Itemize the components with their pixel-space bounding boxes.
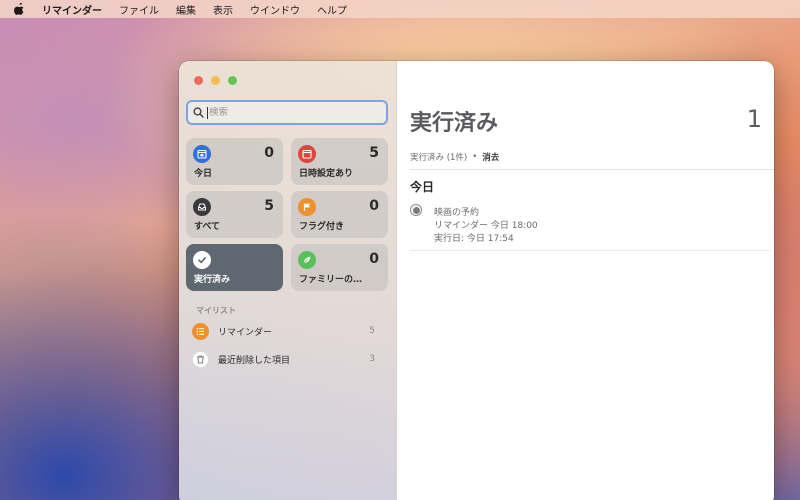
leaf-icon: [298, 251, 316, 269]
search-icon: [193, 103, 204, 122]
menu-view[interactable]: 表示: [213, 2, 233, 17]
smart-list-scheduled[interactable]: 5 日時設定あり: [291, 138, 388, 185]
completed-summary-bar: 実行済み (1件) • 消去: [410, 151, 499, 163]
reminder-title[interactable]: 映画の予約: [434, 205, 479, 218]
menu-help[interactable]: ヘルプ: [317, 2, 347, 17]
menu-edit[interactable]: 編集: [176, 2, 196, 17]
calendar-today-icon: [193, 145, 211, 163]
smart-list-count: 0: [264, 145, 274, 161]
menu-bar: リマインダー ファイル 編集 表示 ウインドウ ヘルプ: [0, 0, 800, 18]
smart-list-count: 5: [369, 145, 379, 161]
smart-list-label: ファミリーの…: [299, 275, 363, 285]
list-item-count: 3: [369, 354, 375, 364]
my-lists-section-label: マイリスト: [196, 306, 236, 315]
smart-list-label: 日時設定あり: [299, 169, 354, 179]
reminders-window: 0 今日 5 日時設定あり: [179, 61, 774, 500]
menu-app-name[interactable]: リマインダー: [42, 2, 102, 17]
completed-summary: 実行済み (1件): [410, 153, 468, 163]
search-input[interactable]: [209, 107, 379, 118]
reminder-item[interactable]: 映画の予約 リマインダー 今日 18:00 実行日: 今日 17:54: [410, 203, 770, 251]
calendar-icon: [298, 145, 316, 163]
smart-list-count: 5: [264, 198, 274, 214]
smart-list-today[interactable]: 0 今日: [186, 138, 283, 185]
window-controls: [194, 76, 237, 85]
reminder-meta: リマインダー 今日 18:00: [434, 221, 538, 231]
smart-list-count: 0: [369, 198, 379, 214]
list-item-name: 最近削除した項目: [218, 355, 291, 366]
smart-lists-grid: 0 今日 5 日時設定あり 5 すべて 0 フラグ付き 実行済み 0 ファミリー…: [186, 138, 388, 291]
page-title: 実行済み: [410, 111, 499, 136]
list-item-reminders[interactable]: リマインダー 5: [192, 320, 382, 342]
trash-icon: [192, 350, 209, 368]
section-title-today: 今日: [410, 180, 435, 194]
checkmark-icon: [193, 251, 211, 269]
separator-dot: •: [472, 152, 478, 162]
smart-list-label: フラグ付き: [299, 222, 345, 232]
flag-icon: [298, 198, 316, 216]
minimize-window-button[interactable]: [211, 76, 220, 85]
smart-list-family[interactable]: 0 ファミリーの…: [291, 244, 388, 291]
search-field[interactable]: [186, 100, 388, 125]
smart-list-completed[interactable]: 実行済み: [186, 244, 283, 291]
divider: [410, 169, 774, 170]
smart-list-label: 実行済み: [194, 275, 231, 285]
clear-completed-button[interactable]: 消去: [482, 151, 499, 163]
list-item-count: 5: [369, 326, 375, 336]
completed-checkbox[interactable]: [410, 204, 422, 216]
smart-list-all[interactable]: 5 すべて: [186, 191, 283, 238]
zoom-window-button[interactable]: [228, 76, 237, 85]
text-caret: [207, 106, 208, 119]
smart-list-label: 今日: [194, 169, 213, 179]
apple-icon[interactable]: [14, 3, 26, 15]
sidebar: 0 今日 5 日時設定あり: [179, 61, 397, 500]
main-content: 実行済み 1 実行済み (1件) • 消去 今日 映画の予約 リマインダー 今日…: [397, 61, 774, 500]
tray-icon: [193, 198, 211, 216]
smart-list-flagged[interactable]: 0 フラグ付き: [291, 191, 388, 238]
menu-window[interactable]: ウインドウ: [250, 2, 300, 17]
list-item-name: リマインダー: [218, 327, 273, 338]
smart-list-count: 0: [369, 251, 379, 267]
reminder-completed-date: 実行日: 今日 17:54: [434, 234, 514, 244]
completed-count: 1: [746, 105, 762, 133]
smart-list-label: すべて: [194, 222, 221, 232]
list-item-recently-deleted[interactable]: 最近削除した項目 3: [192, 348, 382, 370]
list-bullet-icon: [192, 322, 209, 340]
close-window-button[interactable]: [194, 76, 203, 85]
menu-file[interactable]: ファイル: [119, 2, 159, 17]
